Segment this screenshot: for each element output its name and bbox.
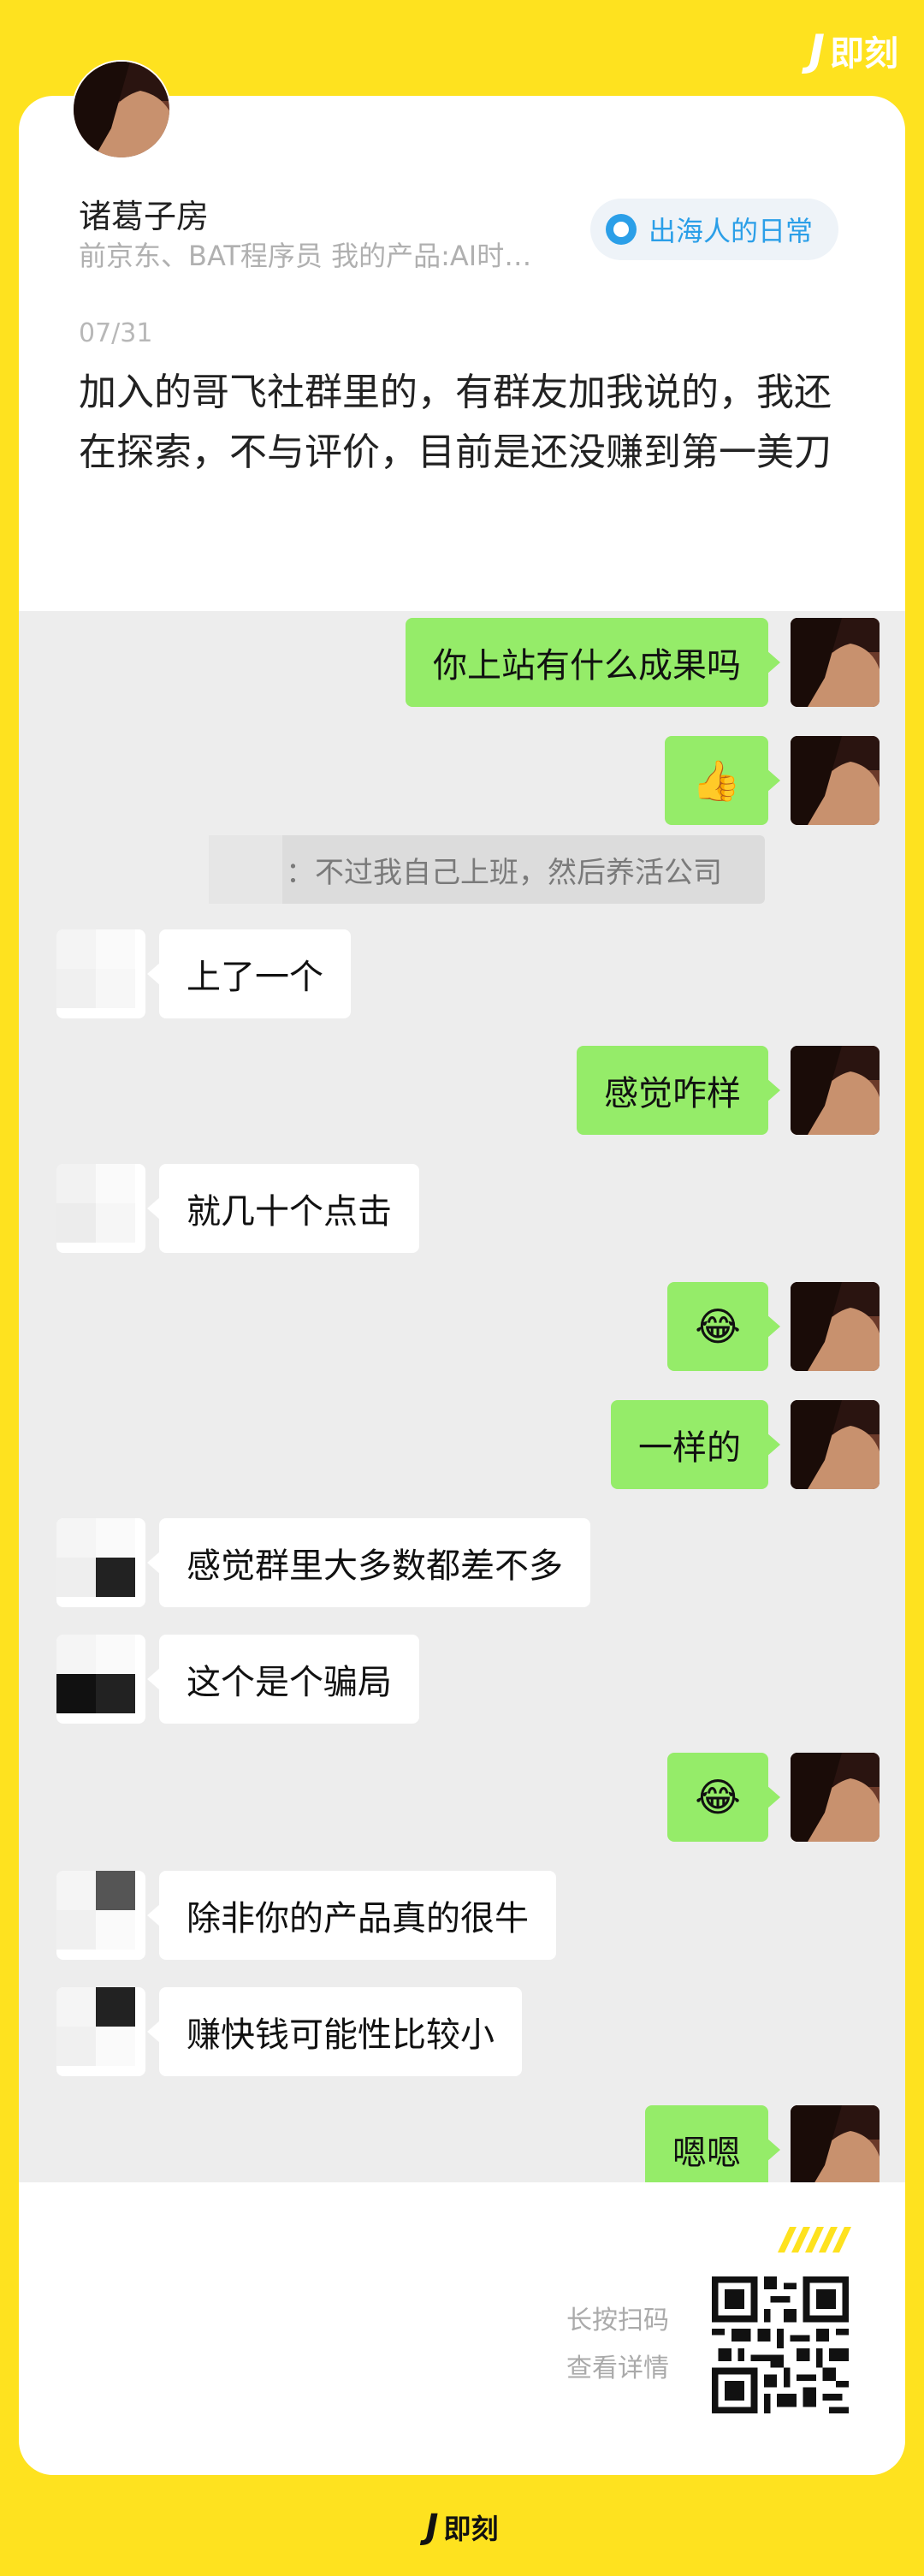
my-avatar xyxy=(791,1046,880,1135)
other-message: 感觉群里大多数都差不多 xyxy=(147,1518,590,1607)
topic-tag[interactable]: 出海人的日常 xyxy=(590,199,839,260)
my-avatar xyxy=(791,618,880,707)
scan-hint-line2: 查看详情 xyxy=(566,2353,669,2383)
other-avatar-pixelated xyxy=(56,1871,145,1960)
other-message: 除非你的产品真的很牛 xyxy=(147,1871,556,1960)
thumbs-up-emoji: 👍 xyxy=(664,736,781,825)
my-message: 感觉咋样 xyxy=(577,1046,780,1135)
other-message: 就几十个点击 xyxy=(147,1164,419,1253)
qr-code-icon[interactable] xyxy=(712,2276,849,2413)
brand-name: 即刻 xyxy=(830,34,898,74)
my-avatar xyxy=(791,2105,880,2182)
author-avatar[interactable] xyxy=(72,60,171,159)
other-message: 上了一个 xyxy=(147,929,351,1018)
my-message: 嗯嗯 xyxy=(645,2105,780,2182)
other-avatar-pixelated xyxy=(56,929,145,1018)
scan-hint-line1: 长按扫码 xyxy=(566,2306,669,2336)
brand-mark: J xyxy=(808,26,825,75)
post-text: 加入的哥飞社群里的，有群友加我说的，我还在探索，不与评价，目前是还没赚到第一美刀 xyxy=(79,371,832,474)
post-author[interactable]: 诸葛子房 xyxy=(79,190,209,237)
brand-logo-bottom: J 即刻 xyxy=(0,2508,924,2547)
my-message: 你上站有什么成果吗 xyxy=(406,618,780,707)
topic-icon xyxy=(606,214,637,245)
quoted-message: ：不过我自己上班，然后养活公司 xyxy=(209,835,765,904)
my-message: 一样的 xyxy=(611,1400,780,1489)
brand-name: 即刻 xyxy=(443,2513,499,2545)
other-avatar-pixelated xyxy=(56,1635,145,1724)
my-avatar xyxy=(791,736,880,825)
post-card: 诸葛子房 前京东、BAT程序员 我的产品:AI时… 出海人的日常 07/31 加… xyxy=(19,96,905,2475)
my-avatar xyxy=(791,1400,880,1489)
other-avatar-pixelated xyxy=(56,1518,145,1607)
post-date: 07/31 xyxy=(79,318,153,348)
other-avatar-pixelated xyxy=(56,1987,145,2076)
brand-logo-top: J 即刻 xyxy=(808,26,898,75)
decorative-slashes xyxy=(778,2227,851,2253)
laughing-emoji: 😂 xyxy=(667,1282,780,1371)
quoted-text: ：不过我自己上班，然后养活公司 xyxy=(286,855,722,890)
brand-mark: J xyxy=(425,2508,439,2547)
other-message: 这个是个骗局 xyxy=(147,1635,419,1724)
my-avatar xyxy=(791,1282,880,1371)
scan-hint: 长按扫码 查看详情 xyxy=(566,2297,669,2393)
blurred-name xyxy=(209,835,282,904)
chat-screenshot: 你上站有什么成果吗 👍 ：不过我自己上班，然后养活公司 上了一个 感觉咋样 就几… xyxy=(19,611,905,2182)
other-avatar-pixelated xyxy=(56,1164,145,1253)
laughing-emoji: 😂 xyxy=(667,1753,780,1842)
my-avatar xyxy=(791,1753,880,1842)
topic-label: 出海人的日常 xyxy=(649,215,814,247)
author-bio: 前京东、BAT程序员 我的产品:AI时… xyxy=(79,240,532,272)
other-message: 赚快钱可能性比较小 xyxy=(147,1987,522,2076)
